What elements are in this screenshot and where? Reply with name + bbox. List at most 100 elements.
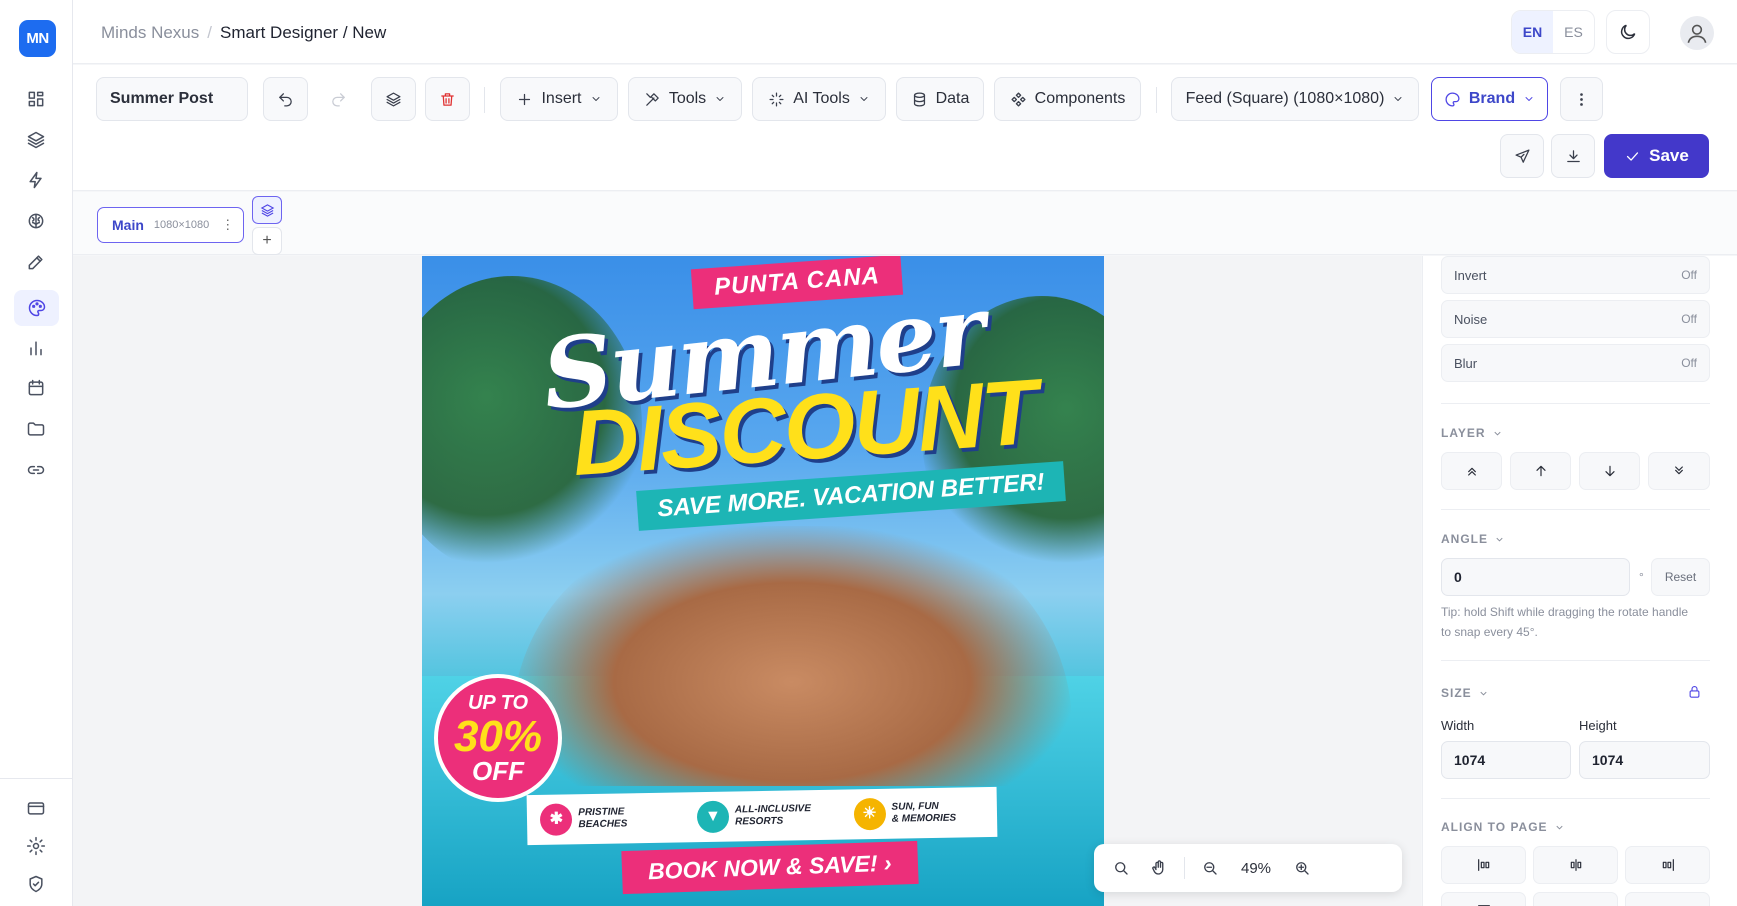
- zoom-out-button[interactable]: [1193, 851, 1227, 885]
- gear-icon[interactable]: [20, 830, 52, 862]
- badge-value: 30%: [453, 712, 543, 761]
- zoom-level[interactable]: 49%: [1231, 860, 1281, 877]
- feature-line: SUN, FUN: [891, 800, 939, 813]
- redo-icon: [332, 92, 345, 107]
- ai-tools-menu-button[interactable]: AI Tools: [752, 77, 886, 121]
- publish-button[interactable]: [1500, 134, 1544, 178]
- link-icon[interactable]: [20, 454, 52, 486]
- sparkles-icon: [769, 91, 784, 107]
- page-tab-more-icon[interactable]: ⋮: [221, 217, 234, 233]
- save-button[interactable]: Save: [1604, 134, 1709, 178]
- effect-noise[interactable]: Noise Off: [1441, 300, 1710, 338]
- design-name-input[interactable]: Summer Post: [96, 77, 248, 121]
- layers-button[interactable]: [371, 77, 416, 121]
- pen-icon[interactable]: [20, 246, 52, 278]
- tools-menu-button[interactable]: Tools: [628, 77, 742, 121]
- cta-text: BOOK NOW & SAVE!: [647, 850, 878, 885]
- add-page-button[interactable]: +: [252, 227, 282, 255]
- more-options-button[interactable]: [1560, 77, 1603, 121]
- plus-icon: [519, 93, 531, 105]
- insert-menu-button[interactable]: Insert: [500, 77, 618, 121]
- shield-icon[interactable]: [20, 868, 52, 900]
- breadcrumb-parent[interactable]: Minds Nexus: [101, 23, 199, 42]
- breadcrumb-current: Smart Designer / New: [220, 23, 387, 42]
- page-tab-main[interactable]: Main 1080×1080 ⋮: [97, 207, 244, 243]
- effect-label: Blur: [1454, 355, 1478, 371]
- feature-resorts: ▼ ALL-INCLUSIVE RESORTS: [696, 799, 828, 834]
- effect-blur[interactable]: Blur Off: [1441, 344, 1710, 382]
- canvas-format-select[interactable]: Feed (Square) (1080×1080): [1171, 77, 1419, 121]
- send-backward-button[interactable]: [1579, 452, 1640, 490]
- chevron-down-icon: [1525, 97, 1533, 101]
- angle-section-header[interactable]: ANGLE: [1441, 532, 1505, 546]
- canvas-area[interactable]: PUNTA CANA Summer DISCOUNT SAVE MORE. VA…: [73, 256, 1421, 906]
- align-section-header[interactable]: ALIGN TO PAGE: [1441, 820, 1565, 834]
- pan-tool-button[interactable]: [1142, 851, 1176, 885]
- align-top-button[interactable]: [1441, 892, 1526, 906]
- avatar[interactable]: [1680, 16, 1714, 50]
- bolt-icon[interactable]: [20, 164, 52, 196]
- section-divider: [1441, 798, 1710, 799]
- sun-icon: ☀: [853, 797, 886, 831]
- components-icon: [1011, 91, 1026, 107]
- poster-features-strip[interactable]: ✱ PRISTINE BEACHES ▼ ALL-INCLUSIVE RESORTS…: [526, 786, 998, 846]
- lang-en-button[interactable]: EN: [1512, 11, 1553, 53]
- card-icon[interactable]: [20, 792, 52, 824]
- tools-icon: [646, 92, 659, 106]
- angle-input[interactable]: 0: [1441, 558, 1630, 596]
- cocktail-icon: ▼: [696, 800, 730, 834]
- effect-invert[interactable]: Invert Off: [1441, 256, 1710, 294]
- width-input[interactable]: 1074: [1441, 741, 1571, 779]
- layer-section-header[interactable]: LAYER: [1441, 426, 1503, 440]
- palm-icon: ✱: [540, 803, 573, 836]
- brain-icon[interactable]: [20, 205, 52, 237]
- angle-reset-button[interactable]: Reset: [1651, 558, 1710, 596]
- poster-discount-badge[interactable]: UP TO 30% OFF: [434, 674, 562, 802]
- palette-icon[interactable]: [14, 290, 59, 326]
- search-icon: [1115, 862, 1128, 875]
- calendar-icon[interactable]: [20, 372, 52, 404]
- effect-label: Noise: [1454, 311, 1488, 327]
- trash-icon: [441, 92, 454, 106]
- bring-forward-button[interactable]: [1510, 452, 1571, 490]
- folder-icon[interactable]: [20, 413, 52, 445]
- align-right-icon: [1662, 859, 1674, 871]
- page-layers-button[interactable]: [252, 196, 282, 224]
- align-center-button[interactable]: [1533, 846, 1618, 884]
- effect-value: Off: [1681, 312, 1697, 326]
- data-button[interactable]: Data: [896, 77, 984, 121]
- align-middle-button[interactable]: [1533, 892, 1618, 906]
- effect-value: Off: [1681, 356, 1697, 370]
- download-icon: [1566, 149, 1580, 162]
- plus-icon: +: [262, 232, 272, 249]
- feature-beaches: ✱ PRISTINE BEACHES: [540, 802, 671, 836]
- zoom-controls: 49%: [1094, 844, 1402, 892]
- page-tab-size: 1080×1080: [153, 219, 210, 231]
- chevrons-down-icon: [1675, 466, 1683, 475]
- app-logo[interactable]: MN: [19, 20, 56, 57]
- layers-icon[interactable]: [20, 124, 52, 156]
- brand-menu-button[interactable]: Brand: [1431, 77, 1548, 121]
- dashboard-icon[interactable]: [20, 83, 52, 115]
- align-bottom-button[interactable]: [1625, 892, 1710, 906]
- search-button[interactable]: [1104, 851, 1138, 885]
- badge-bottom-text: OFF: [472, 756, 524, 786]
- download-button[interactable]: [1551, 134, 1595, 178]
- redo-button[interactable]: [316, 77, 361, 121]
- dark-mode-toggle[interactable]: [1606, 10, 1650, 54]
- delete-button[interactable]: [425, 77, 470, 121]
- design-canvas[interactable]: PUNTA CANA Summer DISCOUNT SAVE MORE. VA…: [422, 256, 1104, 906]
- bring-to-front-button[interactable]: [1441, 452, 1502, 490]
- height-input[interactable]: 1074: [1579, 741, 1710, 779]
- align-right-button[interactable]: [1625, 846, 1710, 884]
- components-button[interactable]: Components: [994, 77, 1141, 121]
- lang-es-button[interactable]: ES: [1553, 11, 1594, 53]
- zoom-in-button[interactable]: [1285, 851, 1319, 885]
- send-to-back-button[interactable]: [1648, 452, 1710, 490]
- align-left-button[interactable]: [1441, 846, 1526, 884]
- size-section-header[interactable]: SIZE: [1441, 686, 1489, 700]
- chart-icon[interactable]: [20, 332, 52, 364]
- undo-button[interactable]: [263, 77, 308, 121]
- toolbar-divider: [484, 87, 485, 113]
- aspect-lock-button[interactable]: [1687, 684, 1702, 704]
